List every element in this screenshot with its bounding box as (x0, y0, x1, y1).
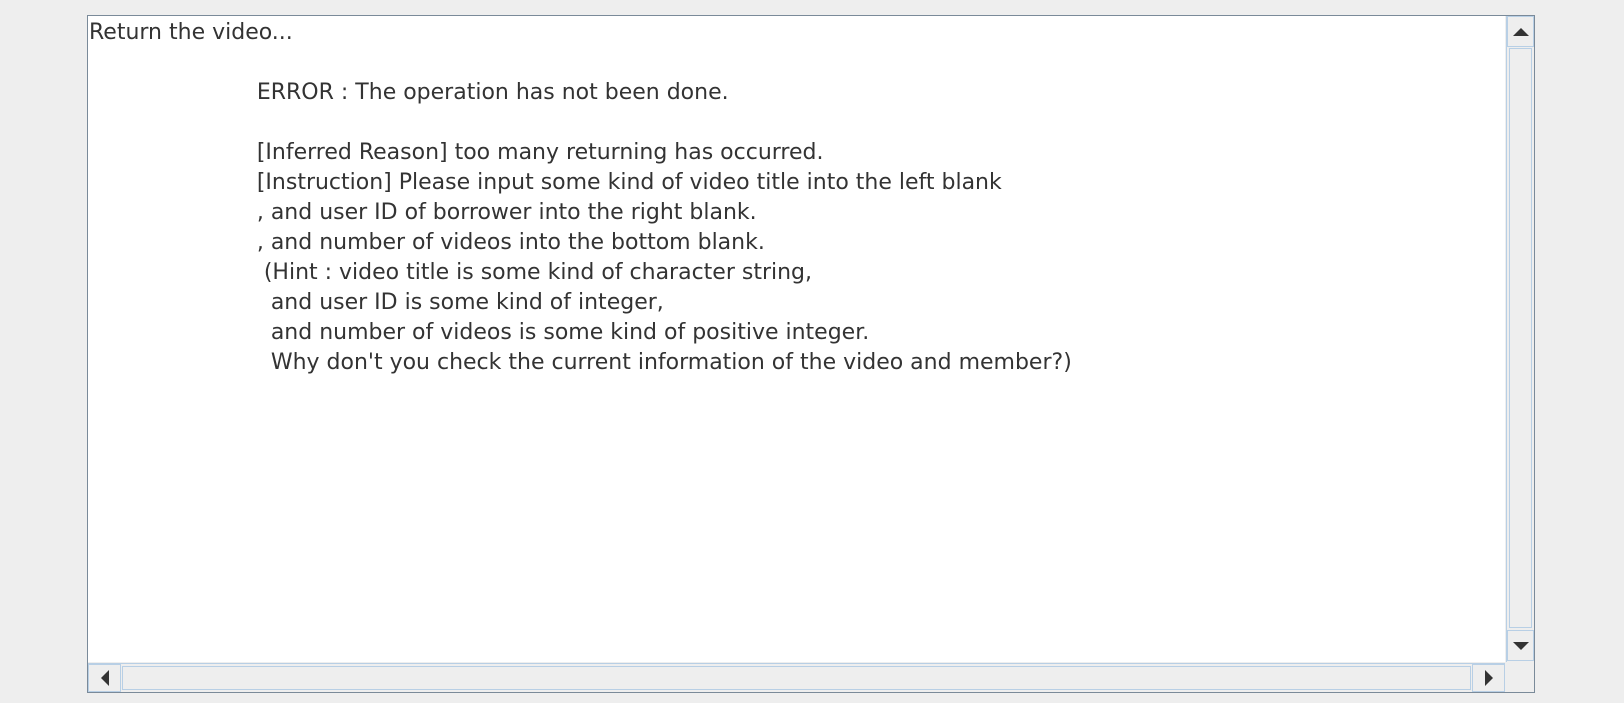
output-scroll-pane: Return the video... ERROR : The operatio… (87, 15, 1535, 693)
scroll-right-button[interactable] (1472, 664, 1505, 692)
output-text: Return the video... ERROR : The operatio… (89, 20, 1072, 375)
triangle-up-icon (1512, 27, 1529, 36)
vertical-scroll-thumb[interactable] (1509, 48, 1532, 628)
scroll-down-button[interactable] (1507, 630, 1534, 661)
output-text-area[interactable]: Return the video... ERROR : The operatio… (88, 16, 1505, 662)
triangle-down-icon (1512, 641, 1529, 650)
scroll-up-button[interactable] (1507, 16, 1534, 47)
triangle-left-icon (100, 670, 109, 686)
horizontal-scroll-thumb[interactable] (122, 666, 1471, 690)
vertical-scrollbar[interactable] (1506, 16, 1534, 662)
triangle-right-icon (1484, 670, 1493, 686)
scroll-left-button[interactable] (88, 664, 121, 692)
scrollbar-corner (1506, 663, 1534, 692)
horizontal-scrollbar[interactable] (88, 663, 1505, 692)
